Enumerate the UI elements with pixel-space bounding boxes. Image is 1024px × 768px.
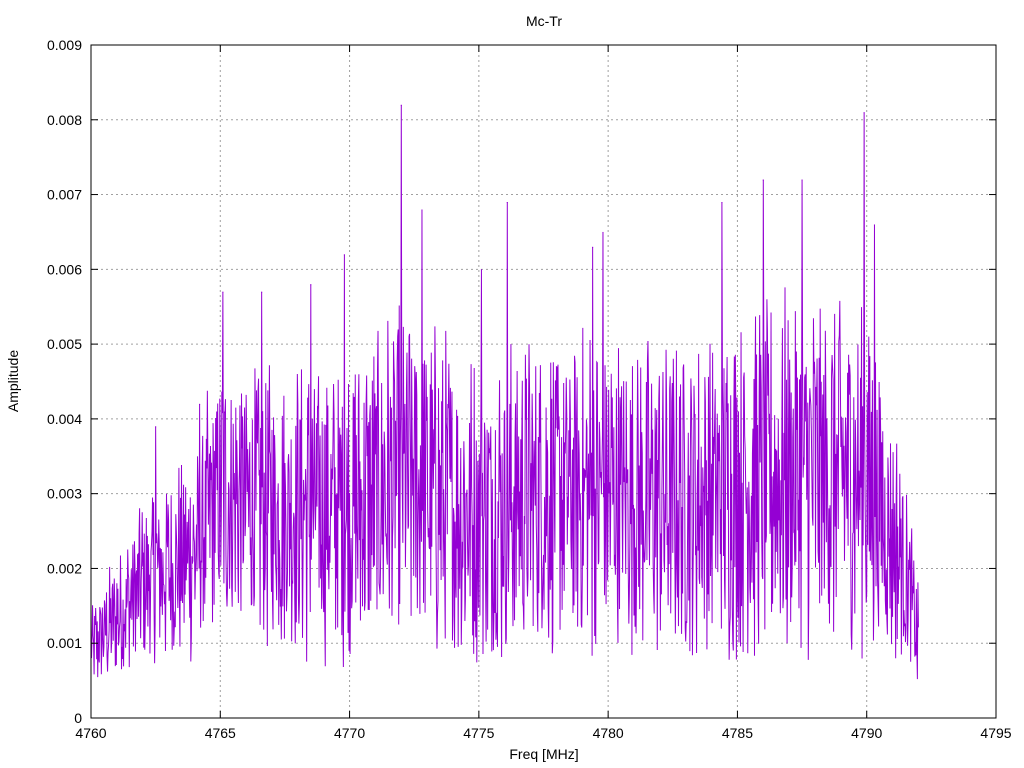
x-tick-label: 4780 <box>593 725 624 741</box>
y-tick-label: 0.003 <box>47 486 82 502</box>
y-tick-label: 0.004 <box>47 411 82 427</box>
x-tick-label: 4770 <box>334 725 365 741</box>
y-tick-label: 0.006 <box>47 261 82 277</box>
y-tick-label: 0.008 <box>47 112 82 128</box>
x-tick-label: 4795 <box>980 725 1011 741</box>
y-tick-label: 0.001 <box>47 635 82 651</box>
y-tick-label: 0.007 <box>47 187 82 203</box>
x-tick-label: 4785 <box>722 725 753 741</box>
y-tick-labels: 0 0.001 0.002 0.003 0.004 0.005 0.006 0.007 0.00… <box>47 37 82 726</box>
series-layer <box>90 104 919 680</box>
y-axis-title: Amplitude <box>5 350 21 412</box>
y-tick-label: 0.005 <box>47 336 82 352</box>
x-tick-label: 4790 <box>851 725 882 741</box>
x-tick-labels: 4760 4765 4770 4775 4780 4785 4790 4795 <box>75 725 1011 741</box>
y-tick-label: 0.009 <box>47 37 82 53</box>
chart-svg: 4760 4765 4770 4775 4780 4785 4790 4795 00.0010… <box>5 13 1012 762</box>
y-tick-label: 0 <box>74 710 82 726</box>
series-line-amplitude <box>90 104 919 680</box>
x-tick-label: 4765 <box>205 725 236 741</box>
x-axis-title: Freq [MHz] <box>509 746 578 762</box>
x-tick-label: 4775 <box>463 725 494 741</box>
y-tick-label: 0.002 <box>47 560 82 576</box>
x-tick-label: 4760 <box>75 725 106 741</box>
chart-title: Mc-Tr <box>526 13 562 29</box>
